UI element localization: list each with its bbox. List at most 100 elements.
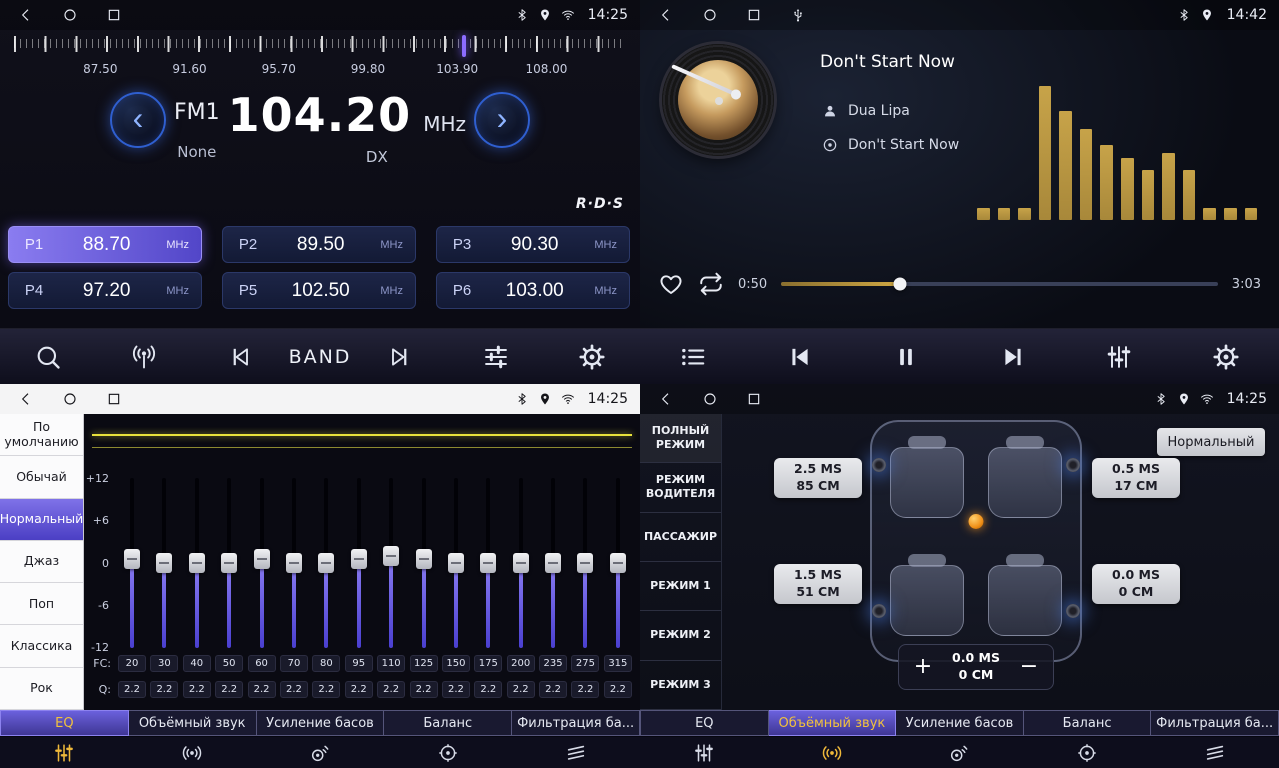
tab-bass-boost[interactable]: Усиление басов [896,710,1024,736]
tab-filter[interactable]: Фильтрация ба... [512,710,640,736]
tab-filter[interactable]: Фильтрация ба... [1151,710,1279,736]
preset-button-p2[interactable]: P289.50MHz [222,226,416,263]
recents-icon[interactable] [746,391,762,407]
home-icon[interactable] [62,7,78,23]
slider-handle[interactable] [351,549,367,569]
tab-surround-sound[interactable]: Объёмный звук [769,710,897,736]
back-icon[interactable] [18,391,34,407]
slider-handle[interactable] [318,553,334,573]
eq-band-slider[interactable] [118,478,146,648]
tune-icon[interactable] [482,343,510,371]
sound-mode-item[interactable]: ПОЛНЫЙ РЕЖИМ [640,414,721,463]
eq-band-slider[interactable] [604,478,632,648]
skip-back-icon[interactable] [786,343,814,371]
back-icon[interactable] [18,7,34,23]
progress-bar[interactable] [781,282,1218,286]
playlist-icon[interactable] [679,343,707,371]
tab-balance-cell[interactable] [1023,737,1151,768]
tab-eq-sliders[interactable]: EQ [640,710,769,736]
sound-mode-item[interactable]: РЕЖИМ 3 [640,661,721,710]
eq-preset-item[interactable]: Джаз [0,541,83,583]
eq-band-slider[interactable] [474,478,502,648]
preset-button-p1[interactable]: P188.70MHz [8,226,202,263]
eq-preset-item[interactable]: Нормальный [0,499,83,541]
slider-handle[interactable] [448,553,464,573]
rear-right-delay-button[interactable]: 0.0 MS 0 CM [1092,564,1180,604]
skip-fwd-icon[interactable] [999,343,1027,371]
slider-handle[interactable] [416,549,432,569]
tab-surround-sound[interactable]: Объёмный звук [129,710,257,736]
broadcast-icon[interactable] [130,343,158,371]
tab-balance-cell[interactable] [384,737,512,768]
frequency-ruler[interactable] [14,36,626,60]
back-icon[interactable] [658,391,674,407]
eq-preset-item[interactable]: Обычай [0,456,83,498]
recents-icon[interactable] [106,391,122,407]
tune-up-button[interactable]: › [474,92,530,148]
album-art[interactable] [662,44,774,156]
pause-icon[interactable] [892,343,920,371]
tab-bass-boost-cell[interactable] [256,737,384,768]
next-icon[interactable] [386,343,414,371]
home-icon[interactable] [702,7,718,23]
slider-handle[interactable] [610,553,626,573]
eq-band-slider[interactable] [215,478,243,648]
eq-band-slider[interactable] [377,478,405,648]
preset-button-p5[interactable]: P5102.50MHz [222,272,416,309]
tune-down-button[interactable]: ‹ [110,92,166,148]
tab-filter-cell[interactable] [512,737,640,768]
front-left-delay-button[interactable]: 2.5 MS 85 CM [774,458,862,498]
preset-button-p6[interactable]: P6103.00MHz [436,272,630,309]
eq-preset-item[interactable]: Классика [0,625,83,667]
slider-handle[interactable] [545,553,561,573]
favorite-icon[interactable] [658,271,684,297]
slider-handle[interactable] [156,553,172,573]
slider-handle[interactable] [383,546,399,566]
slider-handle[interactable] [286,553,302,573]
sound-mode-item[interactable]: РЕЖИМ ВОДИТЕЛЯ [640,463,721,512]
front-right-delay-button[interactable]: 0.5 MS 17 CM [1092,458,1180,498]
progress-thumb[interactable] [894,278,907,291]
tab-eq-sliders[interactable]: EQ [0,710,129,736]
usb-icon[interactable] [790,7,806,23]
recents-icon[interactable] [746,7,762,23]
frequency-indicator[interactable] [462,35,466,57]
gear-icon[interactable] [1212,343,1240,371]
increase-delay-button[interactable]: + [911,656,935,678]
preset-button-p3[interactable]: P390.30MHz [436,226,630,263]
tab-eq-sliders-cell[interactable] [640,737,768,768]
eq-band-slider[interactable] [442,478,470,648]
slider-handle[interactable] [124,549,140,569]
band-button[interactable]: BAND [289,346,352,368]
sound-preset-button[interactable]: Нормальный [1157,428,1265,456]
scan-icon[interactable] [34,343,62,371]
eq-band-slider[interactable] [312,478,340,648]
eq-band-slider[interactable] [248,478,276,648]
tab-surround-sound-cell[interactable] [128,737,256,768]
rear-left-delay-button[interactable]: 1.5 MS 51 CM [774,564,862,604]
tab-surround-sound-cell[interactable] [768,737,896,768]
eq-preset-item[interactable]: Поп [0,583,83,625]
tab-eq-sliders-cell[interactable] [0,737,128,768]
eq-band-slider[interactable] [539,478,567,648]
decrease-delay-button[interactable]: − [1017,656,1041,678]
prev-icon[interactable] [226,343,254,371]
tab-balance[interactable]: Баланс [384,710,512,736]
eq-band-slider[interactable] [150,478,178,648]
listening-position-marker[interactable] [969,514,984,529]
slider-handle[interactable] [254,549,270,569]
sound-mode-item[interactable]: ПАССАЖИР [640,513,721,562]
slider-handle[interactable] [513,553,529,573]
gear-icon[interactable] [578,343,606,371]
tab-bass-boost-cell[interactable] [896,737,1024,768]
eq-band-slider[interactable] [345,478,373,648]
home-icon[interactable] [62,391,78,407]
home-icon[interactable] [702,391,718,407]
preset-button-p4[interactable]: P497.20MHz [8,272,202,309]
sound-mode-item[interactable]: РЕЖИМ 2 [640,611,721,660]
sound-mode-item[interactable]: РЕЖИМ 1 [640,562,721,611]
eq-band-slider[interactable] [183,478,211,648]
eq-preset-item[interactable]: По умолчанию [0,414,83,456]
slider-handle[interactable] [480,553,496,573]
eq-band-slider[interactable] [571,478,599,648]
